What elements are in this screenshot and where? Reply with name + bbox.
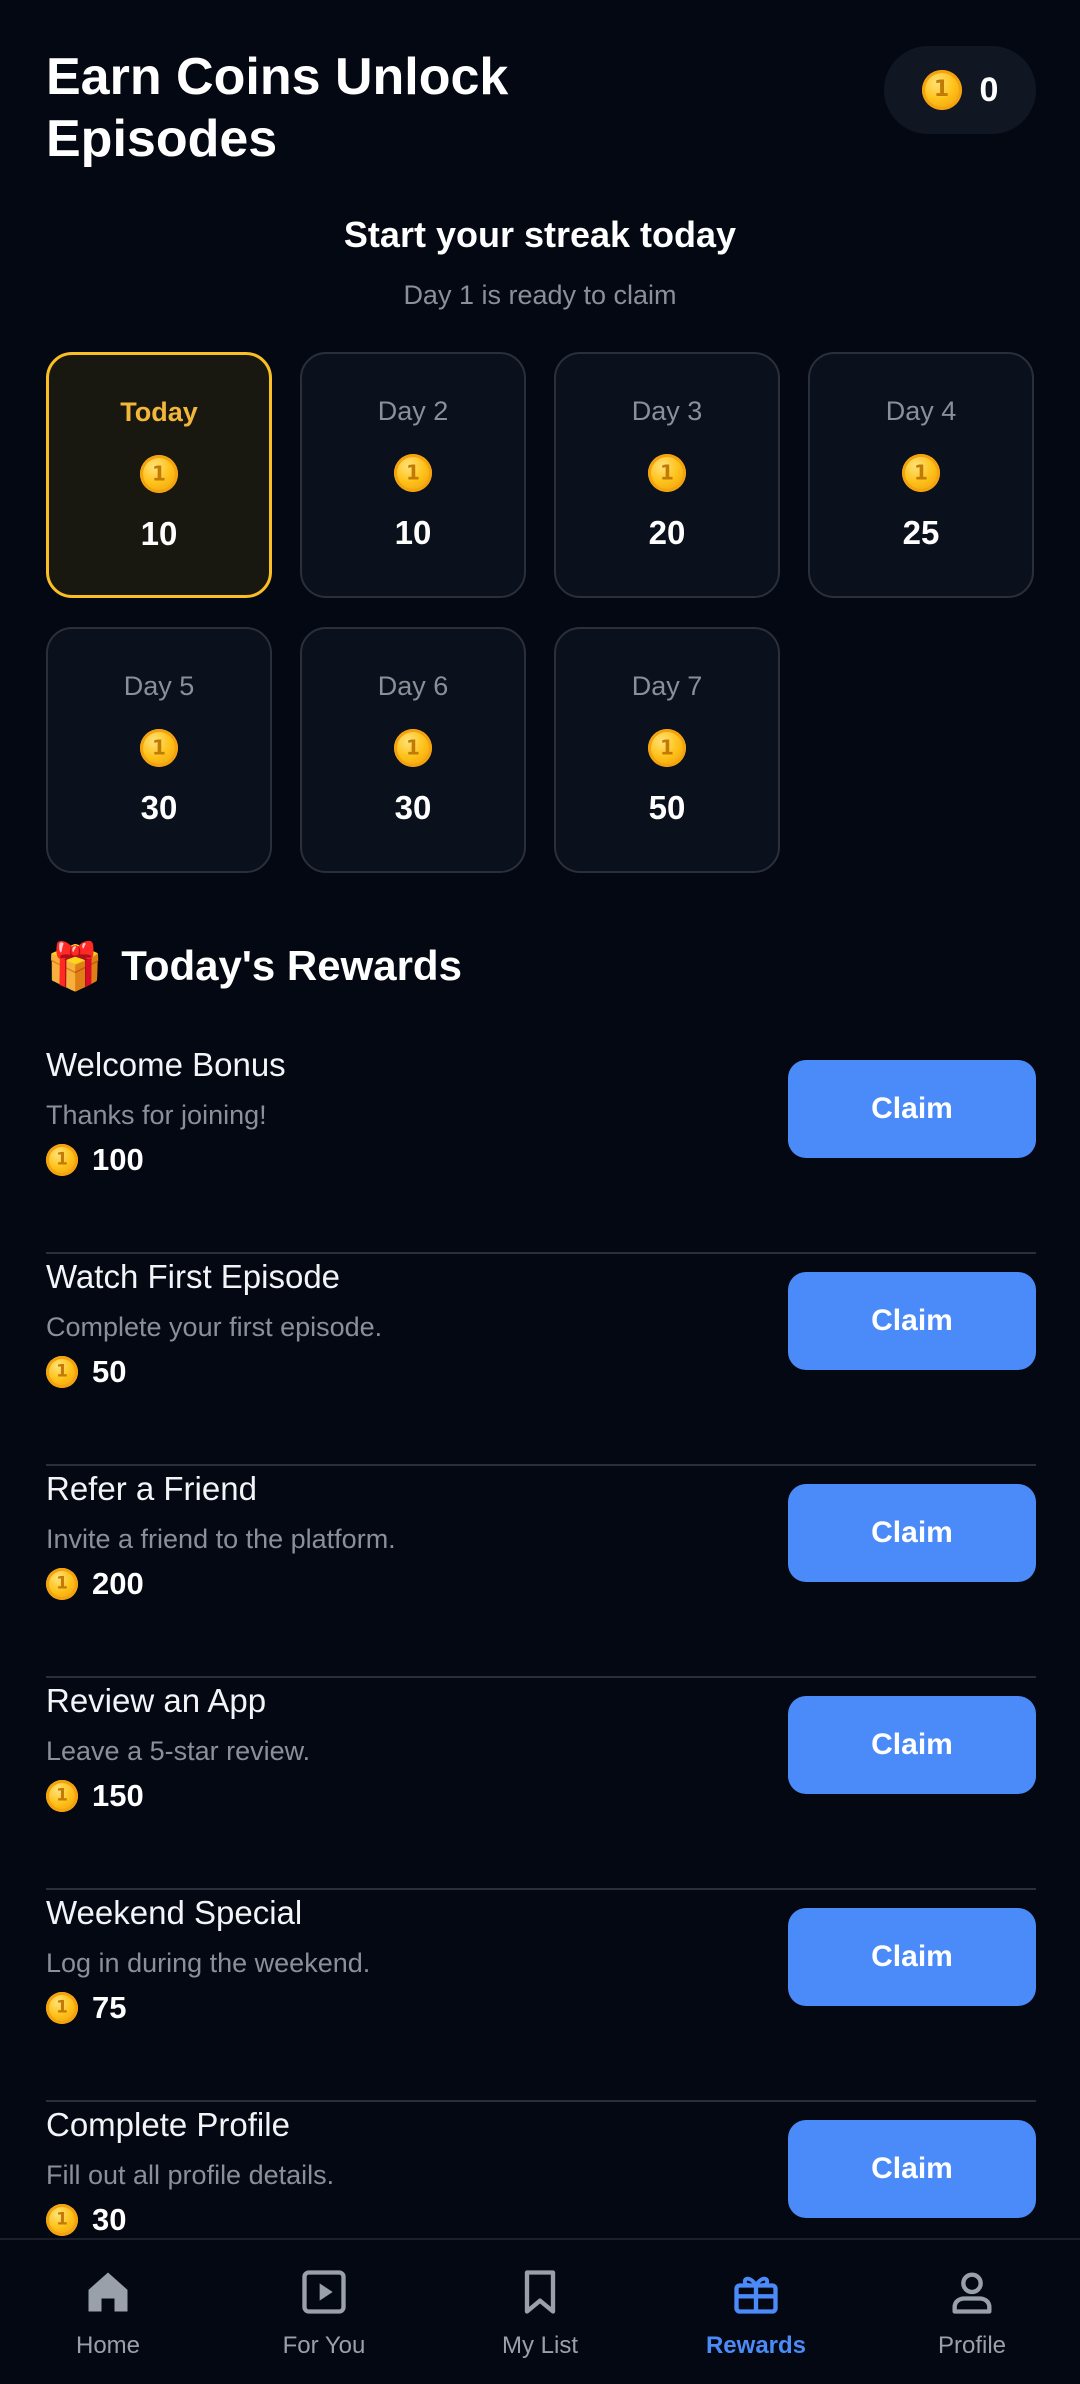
claim-button[interactable]: Claim: [788, 1696, 1036, 1794]
coin-icon: [902, 454, 940, 492]
coin-icon: [46, 1780, 78, 1812]
day-reward-value: 10: [140, 515, 178, 552]
reward-title: Review an App: [46, 1682, 267, 1719]
day-label: Day 7: [631, 671, 703, 701]
claim-button[interactable]: Claim: [788, 1484, 1036, 1582]
day-reward-value: 10: [394, 514, 432, 551]
coin-icon: [46, 1992, 78, 2024]
coin-balance-value: 0: [979, 70, 999, 109]
claim-button[interactable]: Claim: [788, 1060, 1036, 1158]
day-card-today[interactable]: Today 10: [46, 352, 272, 598]
coin-icon: [46, 2204, 78, 2236]
reward-amount-value: 75: [92, 1990, 127, 2025]
day-reward-value: 30: [140, 789, 178, 826]
streak-subtitle: Day 1 is ready to claim: [403, 280, 677, 310]
day-reward-value: 30: [394, 789, 432, 826]
bookmark-icon: [524, 2270, 556, 2314]
reward-item-weekend-special: Weekend Special Log in during the weeken…: [46, 1890, 1036, 2102]
reward-amount: 50: [46, 1354, 126, 1390]
coin-icon: [140, 455, 178, 493]
reward-item-watch-first-episode: Watch First Episode Complete your first …: [46, 1254, 1036, 1466]
day-card-3[interactable]: Day 3 20: [554, 352, 780, 598]
day-card-4[interactable]: Day 4 25: [808, 352, 1034, 598]
reward-item-refer-a-friend: Refer a Friend Invite a friend to the pl…: [46, 1466, 1036, 1678]
reward-title: Weekend Special: [46, 1894, 303, 1931]
coin-icon: [648, 729, 686, 767]
rewards-title: Today's Rewards: [121, 942, 462, 989]
coin-icon: [46, 1568, 78, 1600]
play-square-icon: [302, 2270, 346, 2314]
day-card-5[interactable]: Day 5 30: [46, 627, 272, 873]
coin-icon: [394, 454, 432, 492]
gift-icon: [734, 2276, 778, 2314]
nav-item-my-list[interactable]: My List: [432, 2240, 648, 2384]
reward-amount: 200: [46, 1566, 144, 1602]
coin-icon: [140, 729, 178, 767]
nav-item-profile[interactable]: Profile: [864, 2240, 1080, 2384]
claim-button[interactable]: Claim: [788, 1272, 1036, 1370]
header: Earn Coins Unlock Episodes 0: [46, 46, 1036, 176]
coin-icon: [46, 1144, 78, 1176]
reward-amount-value: 30: [92, 2202, 127, 2237]
home-icon: [88, 2272, 128, 2312]
day-reward-value: 20: [648, 514, 686, 551]
claim-button[interactable]: Claim: [788, 1908, 1036, 2006]
reward-description: Log in during the weekend.: [46, 1948, 371, 1978]
reward-amount: 150: [46, 1778, 144, 1814]
coin-icon: [648, 454, 686, 492]
day-label: Today: [120, 397, 198, 427]
reward-item-welcome-bonus: Welcome Bonus Thanks for joining! 100 Cl…: [46, 1042, 1036, 1254]
reward-amount-value: 200: [92, 1566, 144, 1601]
page-title: Earn Coins Unlock Episodes: [46, 48, 509, 168]
day-label: Day 5: [123, 671, 195, 701]
reward-description: Complete your first episode.: [46, 1312, 383, 1342]
reward-title: Refer a Friend: [46, 1470, 257, 1507]
day-label: Day 3: [631, 396, 703, 426]
reward-amount: 75: [46, 1990, 126, 2026]
reward-amount-value: 150: [92, 1778, 144, 1813]
reward-title: Welcome Bonus: [46, 1046, 286, 1083]
reward-title: Complete Profile: [46, 2106, 290, 2143]
nav-item-for-you[interactable]: For You: [216, 2240, 432, 2384]
reward-amount-value: 50: [92, 1354, 127, 1389]
day-card-6[interactable]: Day 6 30: [300, 627, 526, 873]
reward-amount: 30: [46, 2202, 126, 2238]
reward-item-review-an-app: Review an App Leave a 5-star review. 150…: [46, 1678, 1036, 1890]
coin-icon: [394, 729, 432, 767]
coin-icon: [46, 1356, 78, 1388]
nav-item-home[interactable]: Home: [0, 2240, 216, 2384]
user-icon: [952, 2272, 992, 2314]
nav-item-rewards[interactable]: Rewards: [648, 2240, 864, 2384]
coin-balance[interactable]: 0: [884, 46, 1036, 134]
day-reward-value: 25: [902, 514, 940, 551]
day-card-2[interactable]: Day 2 10: [300, 352, 526, 598]
rewards-screen: Earn Coins Unlock Episodes 0 Start your …: [0, 0, 1080, 2384]
reward-description: Thanks for joining!: [46, 1100, 267, 1130]
nav-label: For You: [282, 2332, 366, 2359]
day-card-7[interactable]: Day 7 50: [554, 627, 780, 873]
reward-amount-value: 100: [92, 1142, 144, 1177]
reward-description: Leave a 5-star review.: [46, 1736, 311, 1766]
reward-description: Invite a friend to the platform.: [46, 1524, 396, 1554]
rewards-heading: 🎁 Today's Rewards: [46, 938, 462, 994]
nav-label: Rewards: [705, 2332, 807, 2359]
gift-icon: 🎁: [46, 940, 104, 992]
reward-amount: 100: [46, 1142, 144, 1178]
nav-label: My List: [501, 2332, 578, 2359]
coin-icon: [921, 70, 962, 110]
bottom-nav: Home For You My List Rewards Profile: [0, 2238, 1080, 2384]
streak-title: Start your streak today: [343, 214, 737, 255]
nav-label: Home: [75, 2332, 141, 2359]
day-label: Day 2: [377, 396, 449, 426]
day-reward-value: 50: [648, 789, 686, 826]
day-label: Day 4: [885, 396, 957, 426]
reward-title: Watch First Episode: [46, 1258, 341, 1295]
nav-label: Profile: [937, 2332, 1007, 2359]
reward-description: Fill out all profile details.: [46, 2160, 335, 2190]
claim-button[interactable]: Claim: [788, 2120, 1036, 2218]
day-label: Day 6: [377, 671, 449, 701]
